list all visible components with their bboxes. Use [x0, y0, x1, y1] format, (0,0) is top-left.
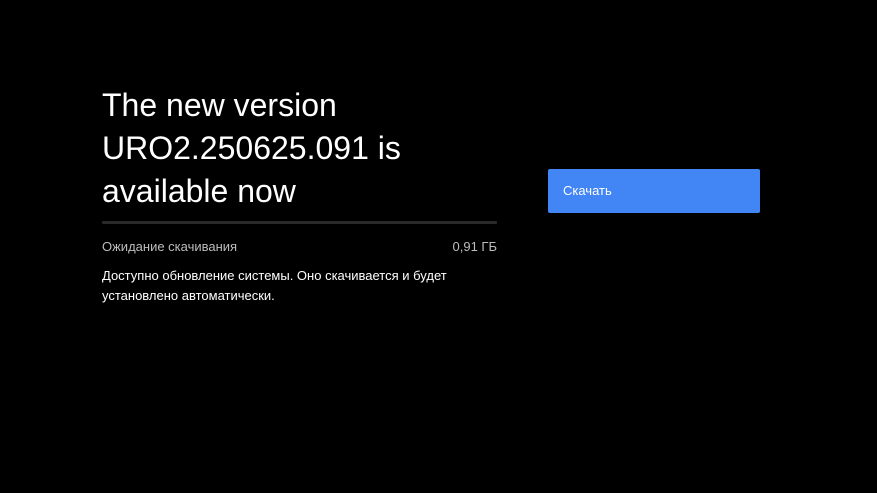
download-status-text: Ожидание скачивания [102, 239, 238, 254]
download-button[interactable]: Скачать [548, 169, 760, 213]
update-title-line-3: available now [102, 173, 296, 209]
update-info-panel: The new version URO2.250625.091 is avail… [102, 84, 497, 303]
update-description: Доступно обновление системы. Оно скачива… [102, 268, 447, 303]
download-status-row: Ожидание скачивания 0,91 ГБ [102, 237, 497, 257]
update-title-line-2: URO2.250625.091 is [102, 130, 401, 166]
update-title: The new version URO2.250625.091 is avail… [102, 84, 497, 213]
update-title-line-1: The new version [102, 87, 337, 123]
system-update-screen: The new version URO2.250625.091 is avail… [0, 0, 877, 493]
download-size-text: 0,91 ГБ [452, 239, 497, 254]
download-progress-bar [102, 221, 497, 224]
